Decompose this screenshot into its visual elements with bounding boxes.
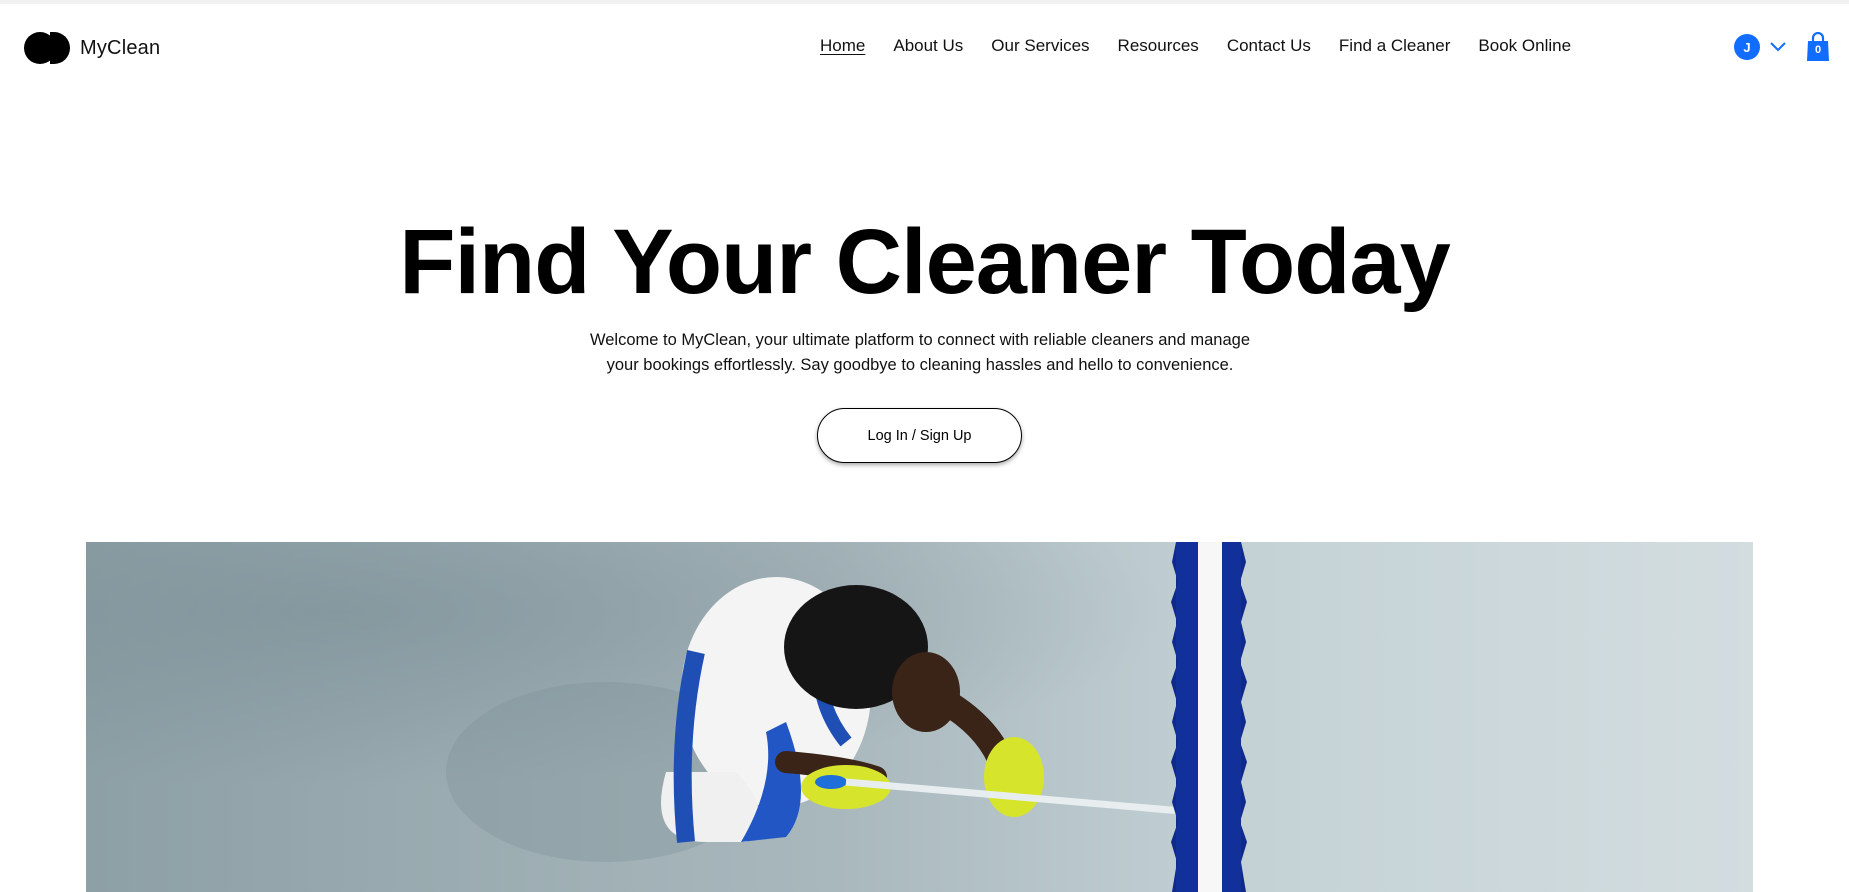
cart-button[interactable]: 0 (1806, 32, 1830, 62)
cart-count: 0 (1814, 44, 1822, 56)
nav-item-our-services[interactable]: Our Services (991, 36, 1089, 56)
brand-name: MyClean (80, 36, 161, 59)
nav-item-book-online[interactable]: Book Online (1478, 36, 1571, 56)
avatar[interactable]: J (1734, 34, 1760, 60)
login-signup-button[interactable]: Log In / Sign Up (817, 408, 1022, 463)
chevron-down-icon[interactable] (1770, 42, 1786, 52)
main-nav: Home About Us Our Services Resources Con… (820, 36, 1599, 56)
hero-description: Welcome to MyClean, your ultimate platfo… (589, 331, 1251, 374)
hero-image (86, 542, 1753, 892)
site-header: MyClean Home About Us Our Services Resou… (0, 4, 1849, 90)
hero-title: Find Your Cleaner Today (399, 211, 1451, 313)
two-dots-logo-icon (24, 32, 70, 64)
user-menu[interactable]: J (1734, 34, 1786, 60)
nav-item-about-us[interactable]: About Us (893, 36, 963, 56)
cleaner-mopping-floor-photo (86, 542, 1753, 892)
nav-item-contact-us[interactable]: Contact Us (1227, 36, 1311, 56)
site-logo[interactable]: MyClean (24, 32, 160, 64)
nav-item-find-a-cleaner[interactable]: Find a Cleaner (1339, 36, 1451, 56)
nav-item-home[interactable]: Home (820, 36, 865, 56)
nav-item-resources[interactable]: Resources (1118, 36, 1199, 56)
